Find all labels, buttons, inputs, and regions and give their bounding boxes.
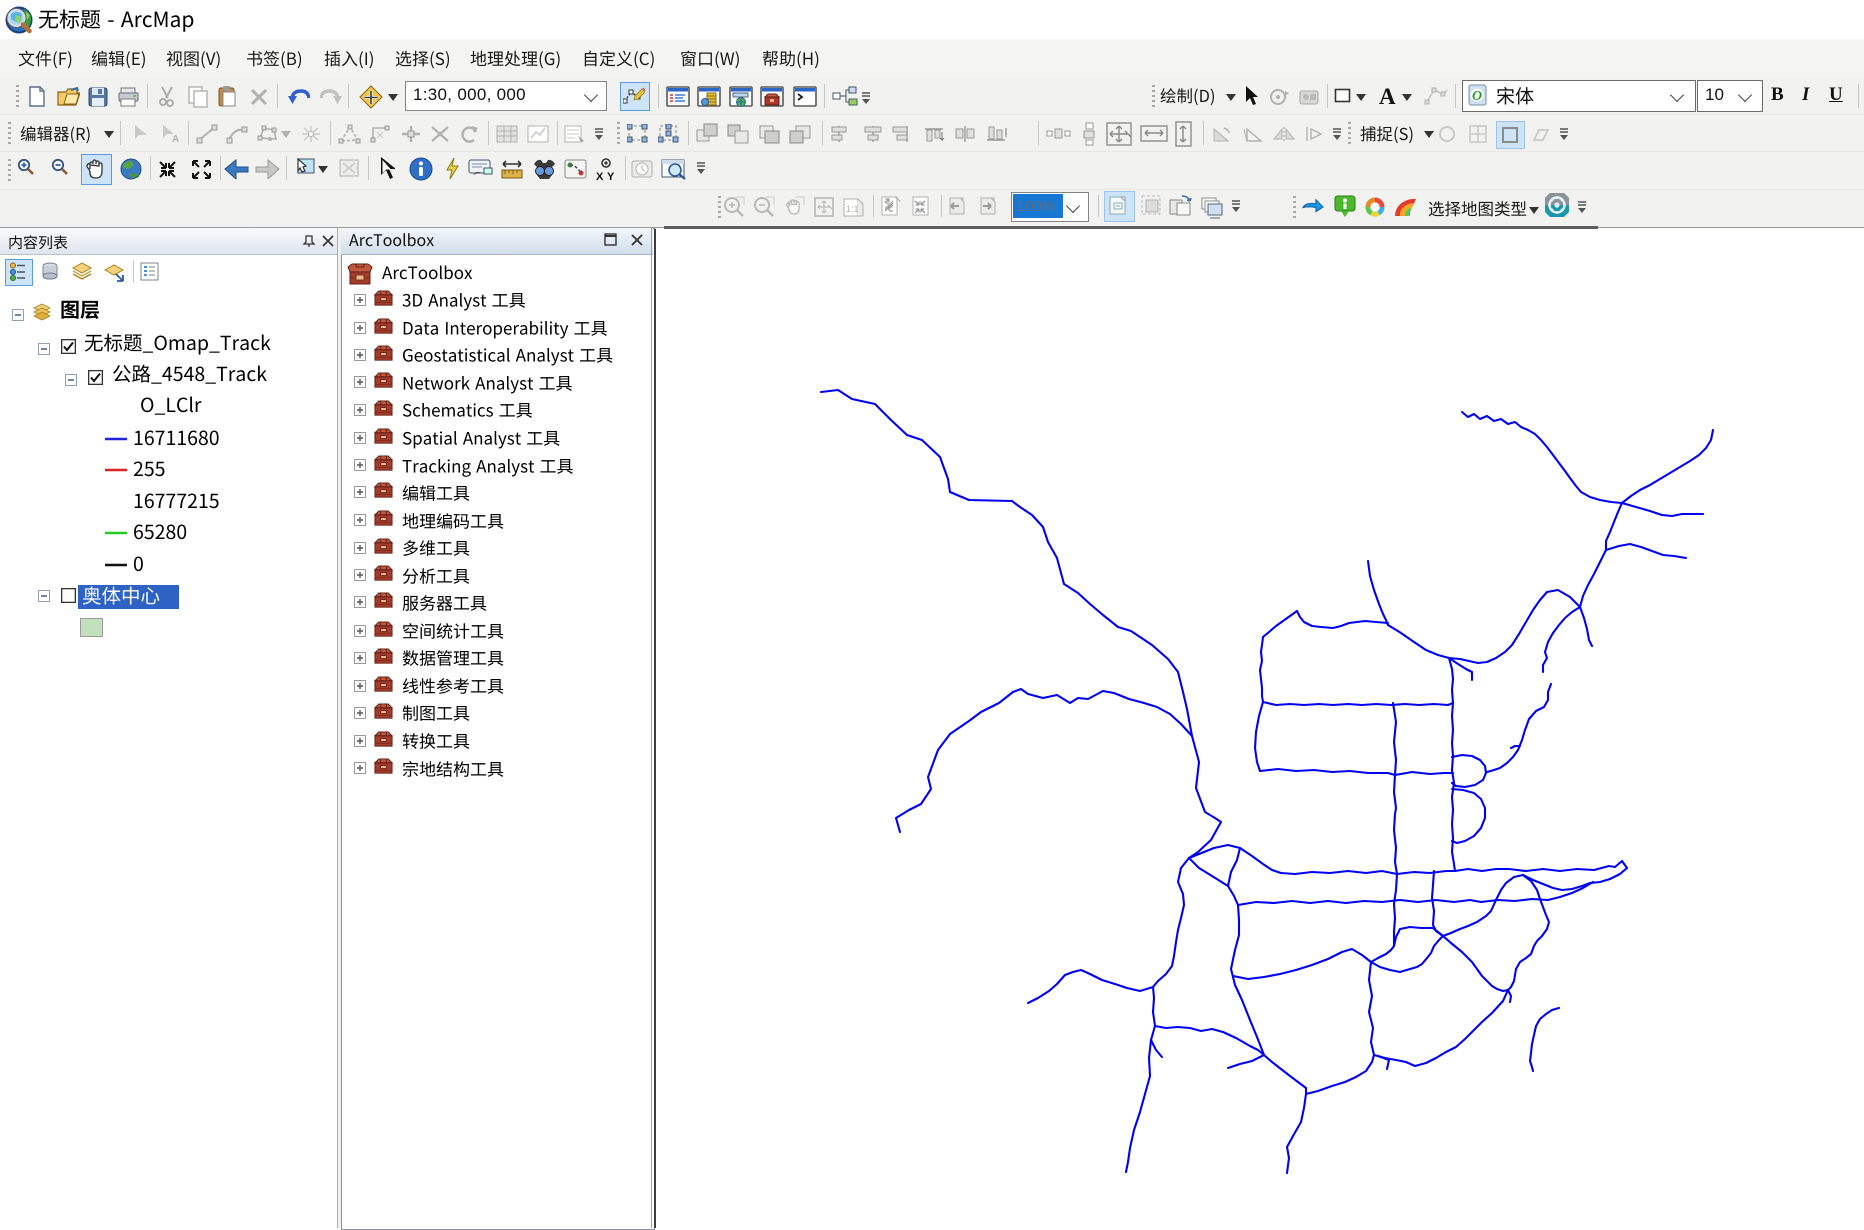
svg-text:O: O: [1472, 89, 1482, 104]
svg-text:1:1: 1:1: [846, 204, 859, 214]
svg-text:Y: Y: [607, 171, 615, 182]
svg-text:A: A: [172, 134, 179, 144]
svg-text:X: X: [596, 171, 604, 182]
